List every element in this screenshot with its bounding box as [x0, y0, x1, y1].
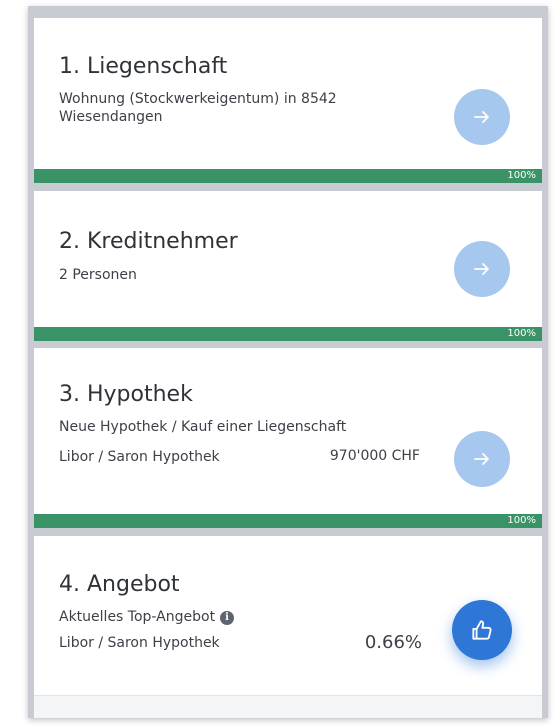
offer-product: Libor / Saron Hypothek: [59, 635, 220, 651]
mortgage-steps-panel: 1. Liegenschaft Wohnung (Stockwerkeigent…: [28, 6, 548, 718]
progress-label: 100%: [507, 328, 536, 339]
progress-bar: 100%: [34, 514, 542, 528]
next-button[interactable]: [454, 89, 510, 145]
step-card-kreditnehmer[interactable]: 2. Kreditnehmer 2 Personen 100%: [34, 191, 542, 341]
step-card-hypothek[interactable]: 3. Hypothek Neue Hypothek / Kauf einer L…: [34, 348, 542, 528]
next-button[interactable]: [454, 241, 510, 297]
progress-bar: 100%: [34, 169, 542, 183]
offer-rate: 0.66%: [364, 632, 422, 653]
arrow-right-icon: [474, 453, 489, 465]
offer-subtitle-label: Aktuelles Top-Angebot: [59, 609, 216, 625]
offer-subtitle: Aktuelles Top-Angebot i: [59, 608, 235, 626]
arrow-right-icon: [474, 111, 489, 123]
accept-offer-button[interactable]: [452, 600, 512, 660]
progress-label: 100%: [507, 170, 536, 181]
mortgage-product: Libor / Saron Hypothek: [59, 449, 220, 465]
card-footer: [34, 695, 542, 718]
step-card-angebot[interactable]: 4. Angebot Aktuelles Top-Angebot i Libor …: [34, 536, 542, 718]
step-subtitle: Neue Hypothek / Kauf einer Liegenschaft: [59, 419, 347, 435]
step-title: 4. Angebot: [59, 572, 180, 597]
step-title: 2. Kreditnehmer: [59, 229, 238, 254]
thumbs-up-icon: [472, 620, 492, 640]
step-subtitle: 2 Personen: [59, 267, 137, 283]
step-title: 1. Liegenschaft: [59, 54, 228, 79]
progress-label: 100%: [507, 515, 536, 526]
info-icon[interactable]: i: [220, 611, 235, 625]
step-title: 3. Hypothek: [59, 382, 193, 407]
mortgage-amount: 970'000 CHF: [329, 448, 420, 464]
next-button[interactable]: [454, 431, 510, 487]
arrow-right-icon: [474, 263, 489, 275]
progress-bar: 100%: [34, 327, 542, 341]
step-subtitle: Wohnung (Stockwerkeigentum) in 8542 Wies…: [59, 91, 337, 125]
step-card-liegenschaft[interactable]: 1. Liegenschaft Wohnung (Stockwerkeigent…: [34, 18, 542, 183]
